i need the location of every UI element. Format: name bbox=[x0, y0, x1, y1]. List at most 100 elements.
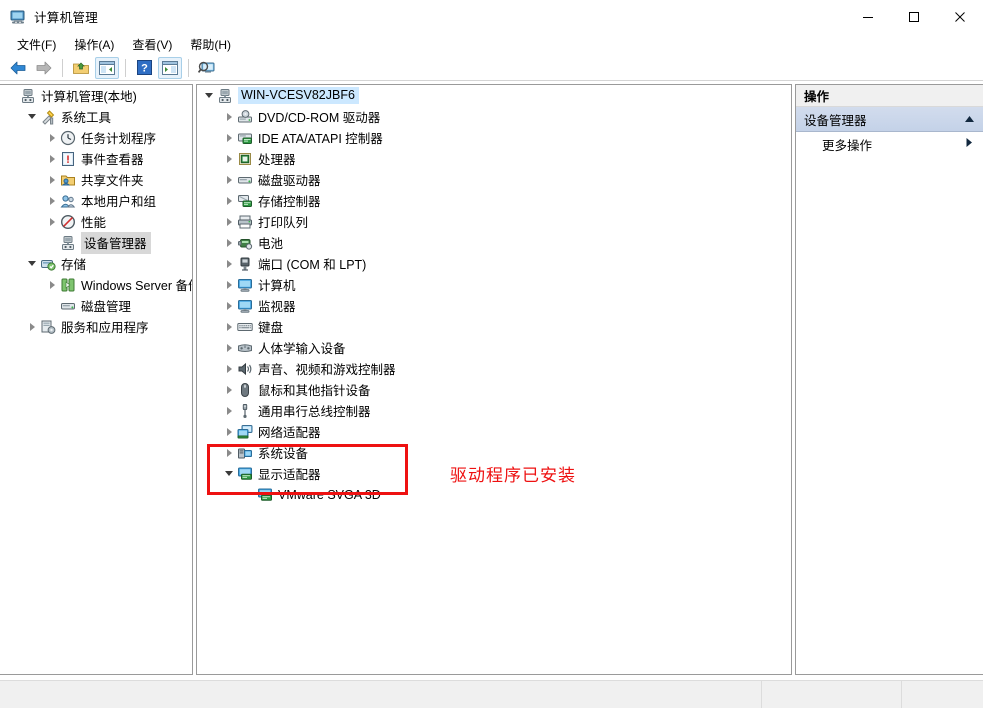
device-tree-item[interactable]: IDE ATA/ATAPI 控制器 bbox=[197, 127, 791, 148]
chevron-down-icon[interactable] bbox=[24, 106, 40, 127]
up-folder-icon[interactable] bbox=[69, 57, 93, 79]
show-hide-console-tree-icon[interactable] bbox=[95, 56, 119, 79]
chevron-right-icon[interactable] bbox=[44, 190, 60, 211]
menu-view[interactable]: 查看(V) bbox=[123, 34, 181, 55]
console-tree-item[interactable]: 本地用户和组 bbox=[0, 190, 192, 211]
actions-section-device-manager[interactable]: 设备管理器 bbox=[796, 107, 983, 132]
actions-section-title: 设备管理器 bbox=[804, 113, 867, 128]
display-adapter-icon bbox=[237, 466, 253, 482]
chevron-right-icon[interactable] bbox=[221, 421, 237, 442]
chevron-down-icon[interactable] bbox=[201, 85, 217, 106]
tree-node-label: 鼠标和其他指针设备 bbox=[258, 384, 371, 398]
device-tree-item[interactable]: 鼠标和其他指针设备 bbox=[197, 379, 791, 400]
tree-node-label: 网络适配器 bbox=[258, 426, 321, 440]
window-title: 计算机管理 bbox=[34, 11, 99, 25]
console-tree-item[interactable]: 服务和应用程序 bbox=[0, 316, 192, 337]
chevron-right-icon[interactable] bbox=[221, 106, 237, 127]
device-tree-item[interactable]: 监视器 bbox=[197, 295, 791, 316]
chevron-down-icon[interactable] bbox=[24, 253, 40, 274]
chevron-right-icon[interactable] bbox=[221, 232, 237, 253]
menu-file[interactable]: 文件(F) bbox=[8, 34, 65, 55]
system-tools-icon bbox=[40, 109, 56, 125]
chevron-right-icon[interactable] bbox=[221, 442, 237, 463]
chevron-right-icon[interactable] bbox=[221, 274, 237, 295]
forward-arrow-icon[interactable] bbox=[32, 57, 56, 79]
chevron-right-icon[interactable] bbox=[221, 337, 237, 358]
actions-panel[interactable]: 操作 设备管理器 更多操作 bbox=[795, 84, 983, 675]
tree-node-label: 键盘 bbox=[258, 321, 284, 335]
scan-hardware-changes-icon[interactable] bbox=[195, 57, 219, 79]
action-item-more-actions[interactable]: 更多操作 bbox=[796, 132, 983, 156]
device-tree-item[interactable]: 端口 (COM 和 LPT) bbox=[197, 253, 791, 274]
close-button[interactable] bbox=[937, 0, 983, 33]
chevron-down-icon[interactable] bbox=[221, 463, 237, 484]
chevron-right-icon[interactable] bbox=[44, 169, 60, 190]
menu-help[interactable]: 帮助(H) bbox=[181, 34, 240, 55]
dvd-cdrom-icon bbox=[237, 109, 253, 125]
chevron-right-icon[interactable] bbox=[44, 127, 60, 148]
chevron-right-icon[interactable] bbox=[221, 253, 237, 274]
device-tree-item[interactable]: 人体学输入设备 bbox=[197, 337, 791, 358]
shared-folders-icon bbox=[60, 172, 76, 188]
sound-video-game-icon bbox=[237, 361, 253, 377]
device-tree-item[interactable]: 存储控制器 bbox=[197, 190, 791, 211]
show-hide-action-pane-icon[interactable] bbox=[158, 56, 182, 79]
back-arrow-icon[interactable] bbox=[6, 57, 30, 79]
minimize-button[interactable] bbox=[845, 0, 891, 33]
chevron-right-icon[interactable] bbox=[221, 190, 237, 211]
console-tree-item[interactable]: 任务计划程序 bbox=[0, 127, 192, 148]
device-tree-item[interactable]: 键盘 bbox=[197, 316, 791, 337]
chevron-right-icon[interactable] bbox=[221, 148, 237, 169]
chevron-right-icon[interactable] bbox=[221, 316, 237, 337]
console-tree-item[interactable]: 系统工具 bbox=[0, 106, 192, 127]
chevron-right-icon[interactable] bbox=[221, 295, 237, 316]
console-tree-panel[interactable]: 计算机管理(本地) 系统工具 任务计划程序 事件查看器 共享文件夹 本地用户和组 性能 设备管… bbox=[0, 84, 193, 675]
chevron-up-icon[interactable] bbox=[964, 112, 975, 126]
tree-node-label: DVD/CD-ROM 驱动器 bbox=[258, 111, 381, 125]
menu-action[interactable]: 操作(A) bbox=[65, 34, 123, 55]
toolbar-separator bbox=[62, 58, 63, 77]
chevron-right-icon[interactable] bbox=[221, 400, 237, 421]
help-icon[interactable]: ? bbox=[132, 57, 156, 79]
console-tree-item[interactable]: 共享文件夹 bbox=[0, 169, 192, 190]
chevron-right-icon[interactable] bbox=[44, 274, 60, 295]
tree-node-label: 存储 bbox=[61, 258, 87, 272]
console-tree[interactable]: 计算机管理(本地) 系统工具 任务计划程序 事件查看器 共享文件夹 本地用户和组 性能 设备管… bbox=[0, 85, 192, 337]
chevron-right-icon[interactable] bbox=[44, 148, 60, 169]
device-tree-item[interactable]: WIN-VCESV82JBF6 bbox=[197, 85, 791, 106]
device-tree-item[interactable]: 计算机 bbox=[197, 274, 791, 295]
device-tree-item[interactable]: VMware SVGA 3D bbox=[197, 484, 791, 505]
device-tree-item[interactable]: 通用串行总线控制器 bbox=[197, 400, 791, 421]
device-manager-panel[interactable]: WIN-VCESV82JBF6 DVD/CD-ROM 驱动器 IDE ATA/ATA… bbox=[196, 84, 792, 675]
console-tree-item[interactable]: 设备管理器 bbox=[0, 231, 192, 254]
device-tree-item[interactable]: 磁盘驱动器 bbox=[197, 169, 791, 190]
usb-controller-icon bbox=[237, 403, 253, 419]
maximize-button[interactable] bbox=[891, 0, 937, 33]
tree-node-label: Windows Server 备份 bbox=[81, 279, 193, 293]
chevron-right-icon[interactable] bbox=[221, 379, 237, 400]
device-tree-item[interactable]: 网络适配器 bbox=[197, 421, 791, 442]
console-tree-item[interactable]: Windows Server 备份 bbox=[0, 274, 192, 295]
console-tree-item[interactable]: 磁盘管理 bbox=[0, 295, 192, 316]
device-tree-item[interactable]: 系统设备 bbox=[197, 442, 791, 463]
console-tree-item[interactable]: 存储 bbox=[0, 253, 192, 274]
device-tree[interactable]: WIN-VCESV82JBF6 DVD/CD-ROM 驱动器 IDE ATA/ATA… bbox=[197, 85, 791, 505]
disk-management-icon bbox=[60, 298, 76, 314]
device-tree-item[interactable]: 处理器 bbox=[197, 148, 791, 169]
console-tree-item[interactable]: 性能 bbox=[0, 211, 192, 232]
chevron-right-icon[interactable] bbox=[221, 127, 237, 148]
chevron-right-icon[interactable] bbox=[221, 211, 237, 232]
chevron-right-icon[interactable] bbox=[44, 211, 60, 232]
computer-management-icon bbox=[10, 9, 26, 25]
console-tree-item[interactable]: 计算机管理(本地) bbox=[0, 85, 192, 106]
chevron-right-icon[interactable] bbox=[221, 358, 237, 379]
chevron-right-icon[interactable] bbox=[221, 169, 237, 190]
chevron-right-icon[interactable] bbox=[24, 316, 40, 337]
toolbar-separator bbox=[125, 58, 126, 77]
chevron-right-icon[interactable] bbox=[965, 137, 973, 151]
console-tree-item[interactable]: 事件查看器 bbox=[0, 148, 192, 169]
device-tree-item[interactable]: 电池 bbox=[197, 232, 791, 253]
device-tree-item[interactable]: DVD/CD-ROM 驱动器 bbox=[197, 106, 791, 127]
device-tree-item[interactable]: 声音、视频和游戏控制器 bbox=[197, 358, 791, 379]
device-tree-item[interactable]: 打印队列 bbox=[197, 211, 791, 232]
